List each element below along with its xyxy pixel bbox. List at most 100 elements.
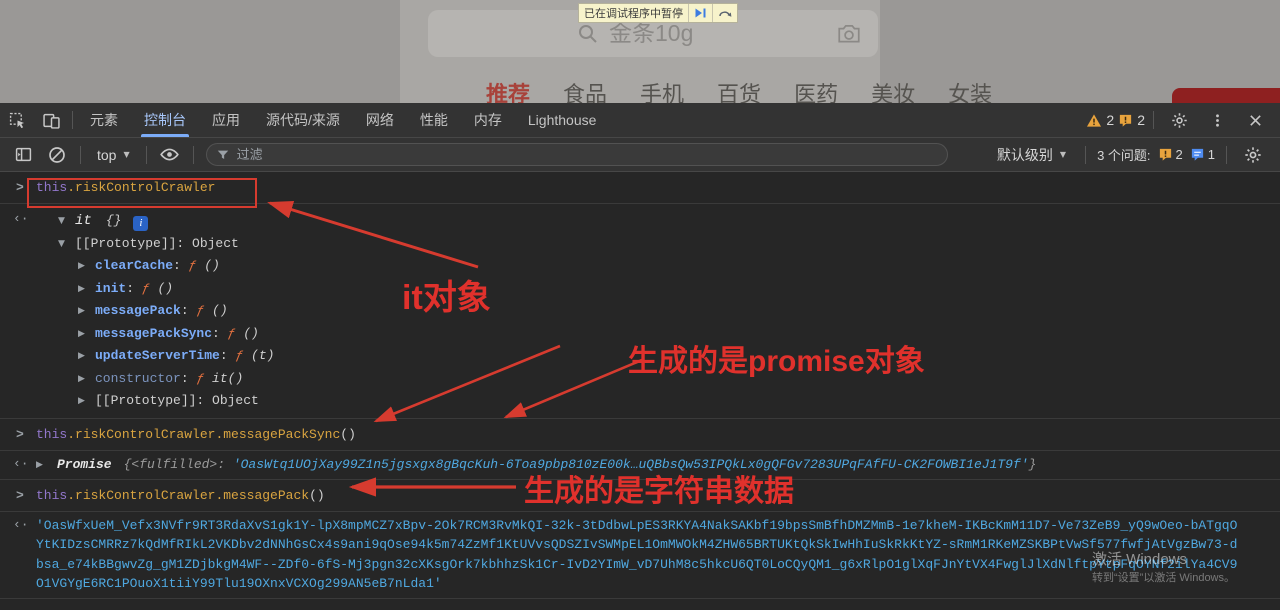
javascript-context-selector[interactable]: top ▼ bbox=[89, 147, 138, 163]
command-prompt-icon: > bbox=[16, 425, 24, 445]
divider bbox=[72, 111, 73, 129]
caret-down-icon[interactable]: ▼ bbox=[58, 234, 75, 256]
console-filter-field[interactable] bbox=[206, 143, 948, 166]
issues-error-badge[interactable]: 2 bbox=[1158, 147, 1183, 162]
command-prompt-icon: > bbox=[16, 178, 24, 198]
tab-elements[interactable]: 元素 bbox=[77, 103, 131, 137]
command-text: this bbox=[36, 180, 67, 195]
caret-right-icon[interactable]: ▶ bbox=[78, 369, 95, 391]
divider bbox=[1085, 146, 1086, 164]
devtools-tabbar: 元素 控制台 应用 源代码/来源 网络 性能 内存 Lighthouse 2 2 bbox=[0, 103, 1280, 138]
info-badge[interactable]: i bbox=[133, 216, 148, 231]
issue-bubble-icon bbox=[1118, 113, 1133, 128]
method-row-constructor: ▶constructor: ƒ it() bbox=[36, 368, 1240, 391]
devtools-settings-button[interactable] bbox=[1162, 103, 1196, 138]
device-toolbar-icon bbox=[43, 112, 60, 129]
inspect-icon bbox=[9, 112, 26, 129]
divider bbox=[146, 146, 147, 164]
search-icon bbox=[577, 23, 599, 45]
tab-lighthouse[interactable]: Lighthouse bbox=[515, 103, 610, 137]
caret-right-icon[interactable]: ▶ bbox=[78, 301, 95, 323]
caret-right-icon[interactable]: ▶ bbox=[78, 256, 95, 278]
issues-badge[interactable]: 2 bbox=[1118, 112, 1145, 128]
caret-right-icon[interactable]: ▶ bbox=[78, 324, 95, 346]
console-command-3: > this.riskControlCrawler.messagePack() bbox=[0, 480, 1280, 512]
tab-console[interactable]: 控制台 bbox=[131, 103, 199, 137]
console-input-prompt-icon: > bbox=[16, 607, 24, 610]
clear-console-icon bbox=[48, 146, 66, 164]
inspect-element-button[interactable] bbox=[0, 103, 34, 138]
divider bbox=[1226, 146, 1227, 164]
toggle-device-toolbar-button[interactable] bbox=[34, 103, 68, 138]
page-red-button-partial bbox=[1172, 88, 1280, 103]
chevron-down-icon: ▼ bbox=[1060, 150, 1066, 159]
divider bbox=[193, 146, 194, 164]
caret-right-icon[interactable]: ▶ bbox=[78, 391, 95, 413]
caret-right-icon[interactable]: ▶ bbox=[78, 279, 95, 301]
tab-application[interactable]: 应用 bbox=[199, 103, 253, 137]
gear-icon bbox=[1244, 146, 1262, 164]
command-prompt-icon: > bbox=[16, 486, 24, 506]
clear-console-button[interactable] bbox=[42, 141, 72, 169]
devtools-menu-button[interactable] bbox=[1200, 103, 1234, 138]
gear-icon bbox=[1171, 112, 1188, 129]
issue-bubble-icon bbox=[1158, 147, 1173, 162]
console-result-object: ‹· ▼it{}i ▼[[Prototype]]: Object ▶clearC… bbox=[0, 204, 1280, 419]
console-result-promise: ‹· ▶Promise{<fulfilled>: 'OasWtq1UOjXay9… bbox=[0, 451, 1280, 480]
method-row: ▶clearCache: ƒ () bbox=[36, 255, 1240, 278]
string-result-value: 'OasWfxUeM_Vefx3NVfr9RT3RdaXvS1gk1Y-lpX8… bbox=[36, 518, 1237, 592]
console-sidebar-toggle-button[interactable] bbox=[8, 141, 38, 169]
console-command-1: > this.riskControlCrawler bbox=[0, 172, 1280, 204]
step-over-button[interactable] bbox=[712, 4, 737, 22]
message-bubble-icon bbox=[1190, 147, 1205, 162]
object-preview-row: ▼it{}i bbox=[36, 210, 1240, 233]
method-row: ▶updateServerTime: ƒ (t) bbox=[36, 345, 1240, 368]
screen: 推荐 食品 手机 百货 医药 美妆 女装 已在调试程序中暂停 bbox=[0, 0, 1280, 610]
tab-performance[interactable]: 性能 bbox=[407, 103, 461, 137]
dimmed-webpage: 推荐 食品 手机 百货 医药 美妆 女装 已在调试程序中暂停 bbox=[0, 0, 1280, 103]
console-command-2: > this.riskControlCrawler.messagePackSyn… bbox=[0, 419, 1280, 451]
tab-sources[interactable]: 源代码/来源 bbox=[253, 103, 353, 137]
warning-triangle-icon bbox=[1086, 113, 1102, 128]
chevron-down-icon: ▼ bbox=[123, 150, 129, 159]
console-warnings-badge[interactable]: 2 bbox=[1086, 112, 1114, 128]
issues-count-label: 3 个问题: bbox=[1097, 145, 1150, 164]
result-marker-icon: ‹· bbox=[13, 454, 29, 474]
console-input-line[interactable]: > bbox=[0, 599, 1280, 610]
caret-right-icon[interactable]: ▶ bbox=[36, 455, 53, 475]
paused-text: 已在调试程序中暂停 bbox=[579, 4, 688, 22]
step-over-icon bbox=[718, 7, 732, 19]
eye-icon bbox=[160, 145, 179, 164]
result-marker-icon: ‹· bbox=[13, 209, 29, 229]
log-level-selector[interactable]: 默认级别 ▼ bbox=[989, 145, 1074, 165]
search-input[interactable] bbox=[609, 20, 729, 47]
live-expression-button[interactable] bbox=[155, 141, 185, 169]
console-result-string: ‹· 'OasWfxUeM_Vefx3NVfr9RT3RdaXvS1gk1Y-l… bbox=[0, 512, 1280, 599]
divider bbox=[1153, 111, 1154, 129]
prototype-expanded-row: ▼[[Prototype]]: Object bbox=[36, 233, 1240, 256]
close-icon bbox=[1248, 113, 1263, 128]
console-settings-button[interactable] bbox=[1238, 141, 1268, 169]
method-row: ▶messagePackSync: ƒ () bbox=[36, 323, 1240, 346]
caret-down-icon[interactable]: ▼ bbox=[58, 211, 75, 233]
method-row: ▶messagePack: ƒ () bbox=[36, 300, 1240, 323]
filter-input[interactable] bbox=[237, 147, 938, 162]
kebab-menu-icon bbox=[1210, 113, 1225, 128]
tab-network[interactable]: 网络 bbox=[353, 103, 407, 137]
camera-icon[interactable] bbox=[836, 21, 862, 47]
method-row: ▶init: ƒ () bbox=[36, 278, 1240, 301]
divider bbox=[80, 146, 81, 164]
debugger-paused-banner: 已在调试程序中暂停 bbox=[578, 3, 738, 23]
filter-funnel-icon bbox=[216, 148, 230, 162]
prototype-collapsed-row: ▶[[Prototype]]: Object bbox=[36, 390, 1240, 413]
console-toolbar: top ▼ 默认级别 ▼ 3 个问题: 2 1 bbox=[0, 138, 1280, 172]
resume-script-button[interactable] bbox=[688, 4, 712, 22]
tab-memory[interactable]: 内存 bbox=[461, 103, 515, 137]
console-sidebar-icon bbox=[15, 146, 32, 163]
resume-icon bbox=[694, 7, 707, 19]
devtools-close-button[interactable] bbox=[1238, 103, 1272, 138]
console-log: > this.riskControlCrawler ‹· ▼it{}i ▼[[P… bbox=[0, 172, 1280, 610]
caret-right-icon[interactable]: ▶ bbox=[78, 346, 95, 368]
result-marker-icon: ‹· bbox=[13, 515, 29, 535]
issues-message-badge[interactable]: 1 bbox=[1190, 147, 1215, 162]
